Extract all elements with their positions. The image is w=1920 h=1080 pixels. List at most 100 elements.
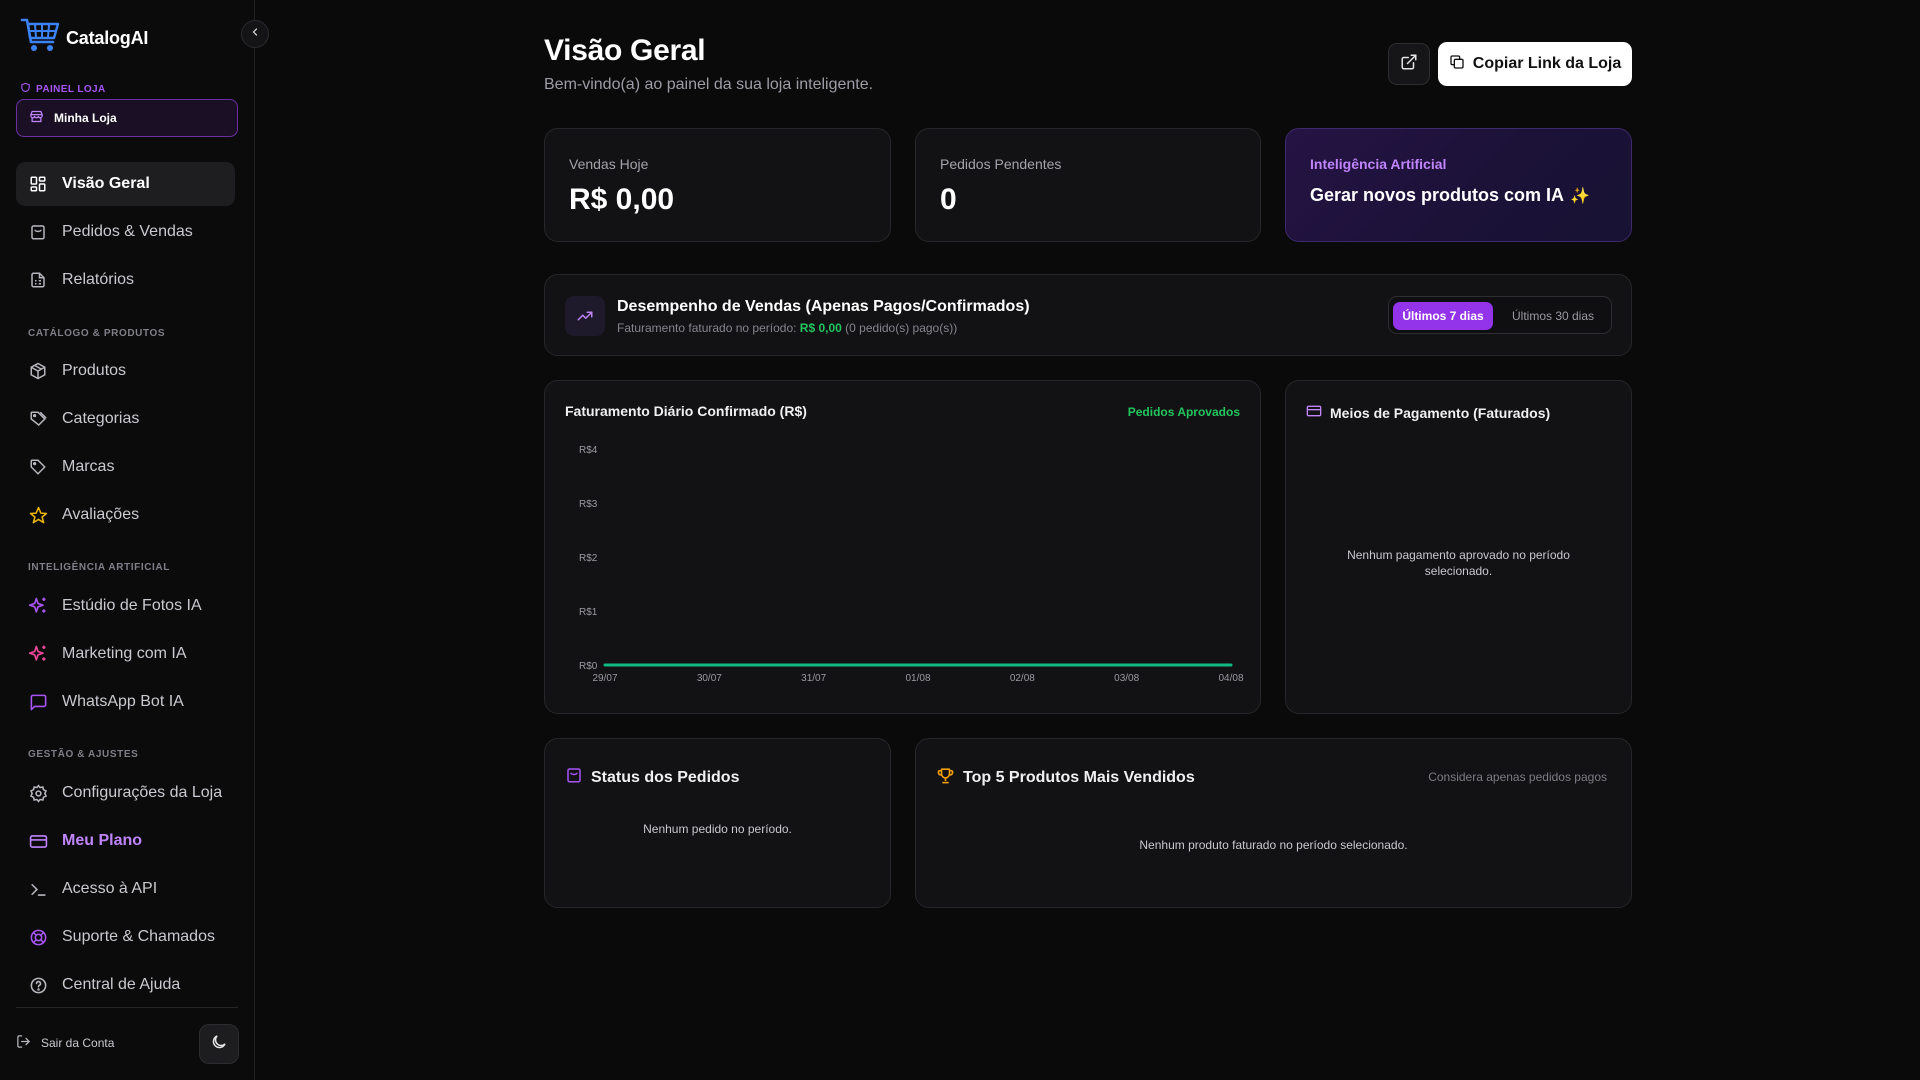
range-toggle: Últimos 7 dias Últimos 30 dias: [1388, 296, 1612, 334]
pending-orders-value: 0: [940, 183, 957, 216]
trophy-icon: [936, 766, 955, 790]
copy-store-link-button[interactable]: Copiar Link da Loja: [1438, 42, 1632, 86]
sparkles-pink-icon: [28, 644, 48, 664]
open-store-button[interactable]: [1388, 43, 1430, 85]
sales-today-card: Vendas Hoje R$ 0,00: [544, 128, 891, 242]
sparkles-icon: [28, 596, 48, 616]
credit-card-icon: [1306, 403, 1322, 422]
sidebar-item-marketing-ia[interactable]: Marketing com IA: [16, 632, 235, 676]
payment-methods-card: Meios de Pagamento (Faturados) Nenhum pa…: [1285, 380, 1632, 714]
report-icon: [28, 270, 48, 290]
sidebar-item-avaliacoes[interactable]: Avaliações: [16, 493, 235, 537]
x-tick-label: 03/08: [1114, 673, 1139, 684]
shield-icon: [20, 82, 31, 96]
order-status-header: Status dos Pedidos: [565, 766, 739, 789]
sidebar-item-estudio-fotos[interactable]: Estúdio de Fotos IA: [16, 584, 235, 628]
shopping-bag-icon: [565, 766, 583, 789]
y-tick-label: R$4: [579, 445, 598, 456]
pending-orders-label: Pedidos Pendentes: [940, 156, 1062, 172]
sidebar: CatalogAI PAINEL LOJA Minha Loja Visão G…: [0, 0, 255, 1080]
brand[interactable]: CatalogAI: [20, 16, 148, 61]
sidebar-item-suporte[interactable]: Suporte & Chamados: [16, 915, 235, 959]
star-icon: [28, 505, 48, 525]
top-products-header: Top 5 Produtos Mais Vendidos: [936, 766, 1195, 790]
daily-revenue-chart: R$0 R$1 R$2 R$3 R$4 29/07 30/07 31/07 01/08 02/08…: [579, 445, 1244, 684]
sidebar-item-configuracoes[interactable]: Configurações da Loja: [16, 771, 235, 815]
performance-amount: R$ 0,00: [799, 321, 842, 335]
performance-subtitle: Faturamento faturado no período: R$ 0,00…: [617, 321, 958, 335]
sales-today-value: R$ 0,00: [569, 183, 675, 216]
trending-up-icon: [565, 296, 605, 336]
life-buoy-icon: [28, 927, 48, 947]
sales-today-label: Vendas Hoje: [569, 156, 649, 172]
performance-title: Desempenho de Vendas (Apenas Pagos/Confi…: [617, 298, 1030, 315]
credit-card-icon: [28, 831, 48, 851]
logout-button[interactable]: Sair da Conta: [16, 1034, 114, 1052]
sidebar-item-categorias[interactable]: Categorias: [16, 397, 235, 441]
collapse-sidebar-button[interactable]: [241, 20, 269, 48]
x-tick-label: 30/07: [697, 673, 722, 684]
top-products-note: Considera apenas pedidos pagos: [1428, 770, 1607, 784]
order-status-empty: Nenhum pedido no período.: [643, 822, 792, 836]
ai-card-text: Gerar novos produtos com IA ✨: [1310, 185, 1590, 205]
section-title-catalogo: CATÁLOGO & PRODUTOS: [28, 328, 166, 339]
panel-label: PAINEL LOJA: [20, 82, 106, 96]
sidebar-item-relatorios[interactable]: Relatórios: [16, 258, 235, 302]
y-tick-label: R$2: [579, 553, 598, 564]
log-out-icon: [16, 1034, 31, 1052]
daily-revenue-chart-card: Faturamento Diário Confirmado (R$) Pedid…: [544, 380, 1261, 714]
copy-icon: [1449, 54, 1465, 75]
x-tick-label: 31/07: [801, 673, 826, 684]
chevron-left-icon: [249, 25, 261, 43]
payment-methods-empty: Nenhum pagamento aprovado no período sel…: [1347, 548, 1570, 578]
cart-logo-icon: [20, 16, 62, 61]
moon-icon: [210, 1033, 228, 1056]
sidebar-item-visao-geral[interactable]: Visão Geral: [16, 162, 235, 206]
ai-generate-card[interactable]: Inteligência Artificial Gerar novos prod…: [1285, 128, 1632, 242]
sparkle-emoji-icon: ✨: [1570, 187, 1590, 205]
shopping-bag-icon: [28, 222, 48, 242]
range-7-days-button[interactable]: Últimos 7 dias: [1393, 302, 1493, 330]
store-name: Minha Loja: [54, 111, 117, 125]
top-products-empty: Nenhum produto faturado no período selec…: [1139, 838, 1408, 852]
help-circle-icon: [28, 975, 48, 995]
top-products-card: Top 5 Produtos Mais Vendidos Considera a…: [915, 738, 1632, 908]
x-tick-label: 01/08: [905, 673, 930, 684]
page-subtitle: Bem-vindo(a) ao painel da sua loja intel…: [544, 76, 874, 93]
layout-grid-icon: [28, 174, 48, 194]
sidebar-item-whatsapp-bot[interactable]: WhatsApp Bot IA: [16, 680, 235, 724]
sidebar-item-pedidos-vendas[interactable]: Pedidos & Vendas: [16, 210, 235, 254]
terminal-icon: [28, 879, 48, 899]
section-title-gestao: GESTÃO & AJUSTES: [28, 749, 139, 760]
external-link-icon: [1400, 53, 1418, 76]
x-tick-label: 29/07: [592, 673, 617, 684]
sidebar-item-meu-plano[interactable]: Meu Plano: [16, 819, 235, 863]
section-title-ia: INTELIGÊNCIA ARTIFICIAL: [28, 562, 170, 573]
y-tick-label: R$1: [579, 607, 598, 618]
sidebar-item-produtos[interactable]: Produtos: [16, 349, 235, 393]
pending-orders-card: Pedidos Pendentes 0: [915, 128, 1261, 242]
page-title: Visão Geral: [544, 34, 706, 67]
x-tick-label: 02/08: [1010, 673, 1035, 684]
store-icon: [29, 109, 44, 127]
gear-icon: [28, 783, 48, 803]
x-tick-label: 04/08: [1218, 673, 1243, 684]
message-square-icon: [28, 692, 48, 712]
brand-name: CatalogAI: [66, 28, 149, 48]
box-icon: [28, 361, 48, 381]
tag-icon: [28, 457, 48, 477]
theme-toggle-button[interactable]: [199, 1024, 239, 1064]
y-tick-label: R$0: [579, 661, 598, 672]
payment-methods-header: Meios de Pagamento (Faturados): [1306, 403, 1550, 422]
sidebar-divider: [16, 1007, 238, 1008]
sidebar-item-acesso-api[interactable]: Acesso à API: [16, 867, 235, 911]
y-tick-label: R$3: [579, 499, 598, 510]
tags-icon: [28, 409, 48, 429]
range-30-days-button[interactable]: Últimos 30 dias: [1499, 302, 1607, 330]
sidebar-item-marcas[interactable]: Marcas: [16, 445, 235, 489]
ai-card-label: Inteligência Artificial: [1310, 156, 1447, 172]
sales-performance-card: Desempenho de Vendas (Apenas Pagos/Confi…: [544, 274, 1632, 356]
store-selector[interactable]: Minha Loja: [16, 99, 238, 137]
order-status-card: Status dos Pedidos Nenhum pedido no perí…: [544, 738, 891, 908]
sidebar-item-central-ajuda[interactable]: Central de Ajuda: [16, 963, 235, 1007]
